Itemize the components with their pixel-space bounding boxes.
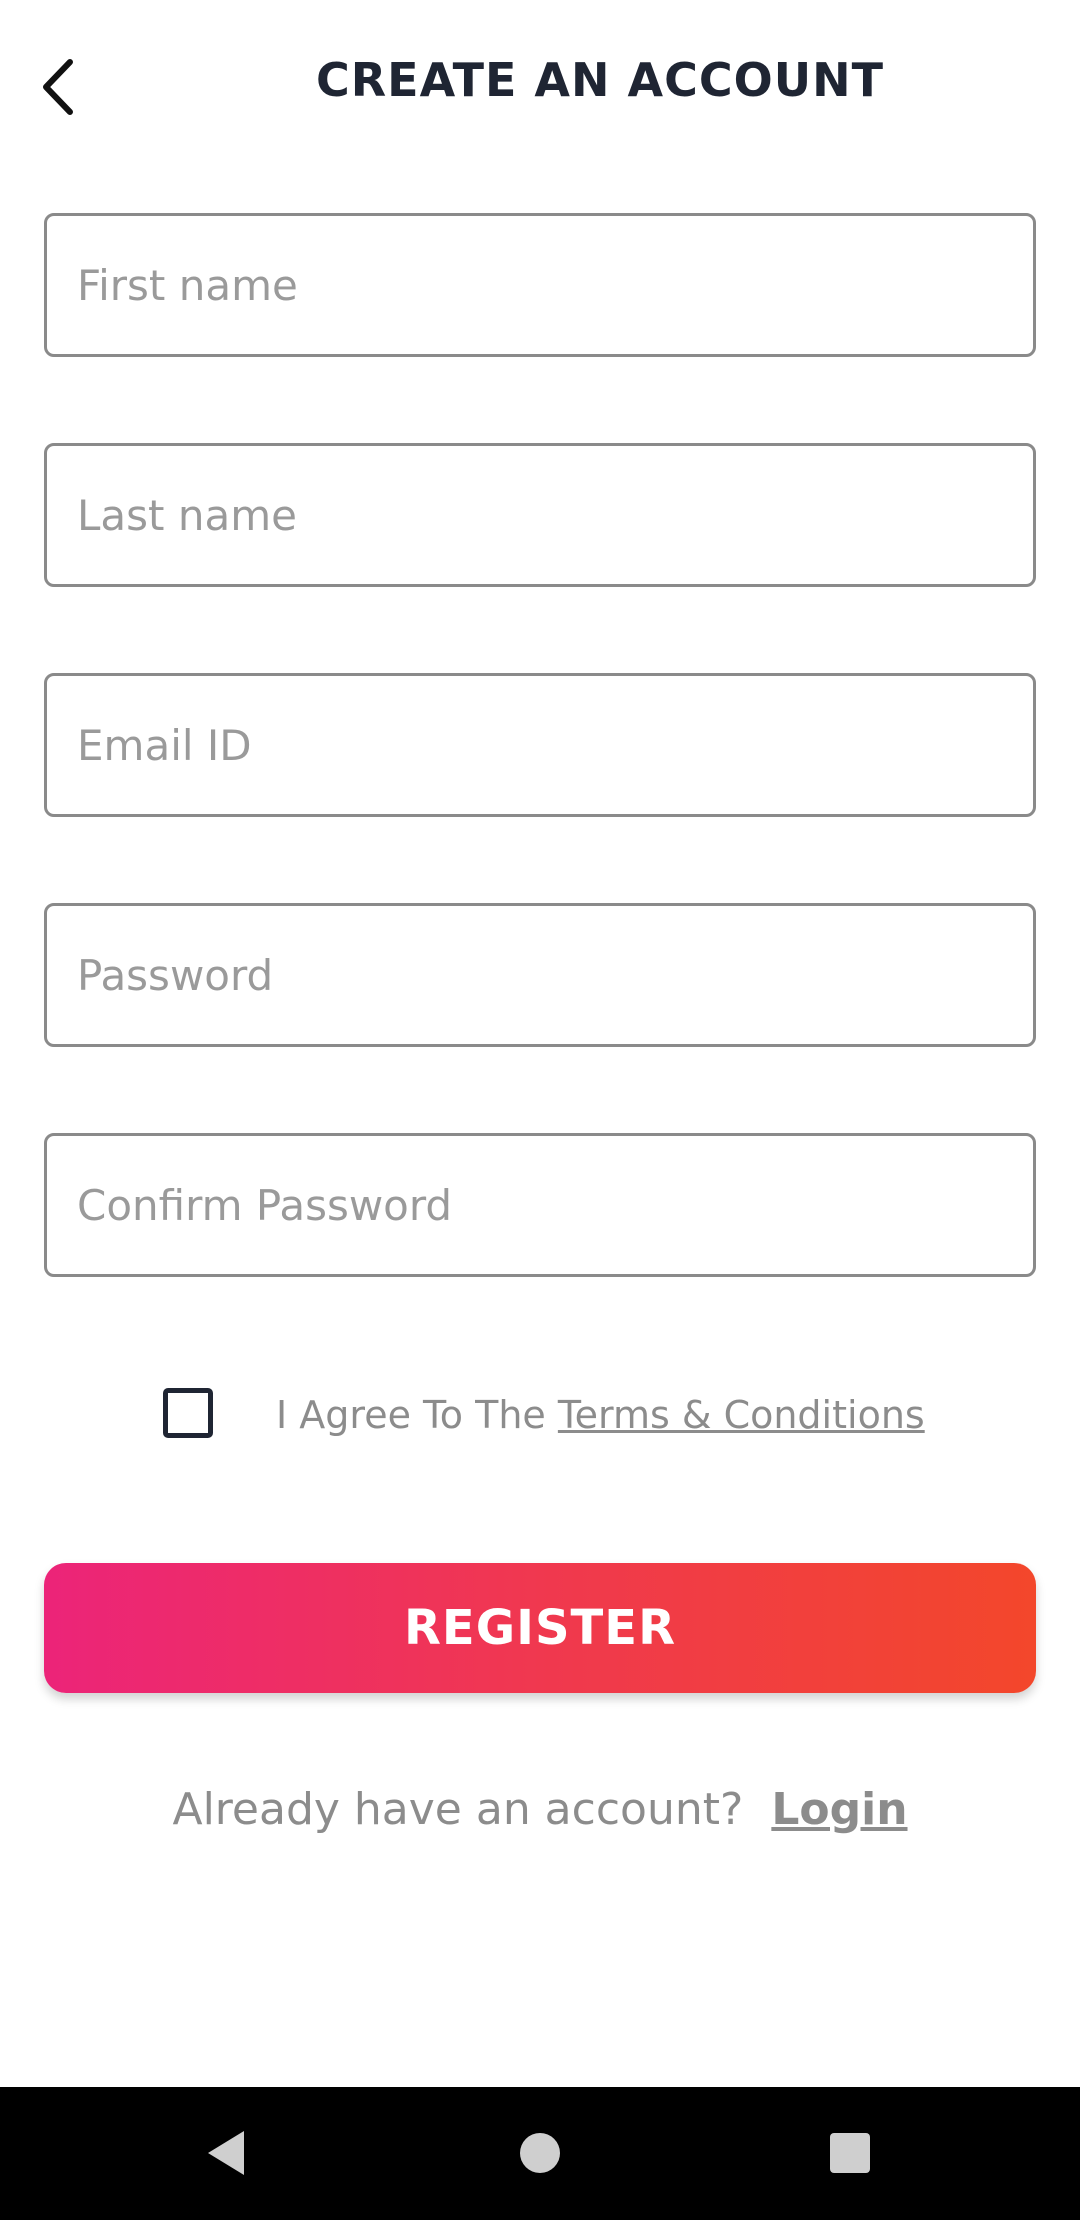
first-name-input[interactable] (47, 216, 1033, 354)
password-input[interactable] (47, 906, 1033, 1044)
password-field[interactable] (44, 903, 1036, 1047)
system-recents-button[interactable] (810, 2113, 890, 2193)
login-link[interactable]: Login (771, 1784, 907, 1835)
system-home-button[interactable] (500, 2113, 580, 2193)
system-back-button[interactable] (188, 2113, 268, 2193)
system-navigation-bar (0, 2087, 1080, 2220)
login-prompt-text: Already have an account? (172, 1784, 744, 1835)
terms-agreement-text: I Agree To The Terms & Conditions (276, 1385, 925, 1445)
confirm-password-field[interactable] (44, 1133, 1036, 1277)
circle-home-icon (520, 2133, 560, 2173)
back-button[interactable] (30, 40, 90, 120)
first-name-field[interactable] (44, 213, 1036, 357)
page-title: CREATE AN ACCOUNT (315, 53, 884, 107)
square-recents-icon (830, 2133, 870, 2173)
confirm-password-input[interactable] (47, 1136, 1033, 1274)
terms-conditions-link[interactable]: Terms & Conditions (558, 1393, 925, 1437)
chevron-left-icon (43, 59, 73, 115)
agree-prefix-text: I Agree To The (276, 1393, 558, 1437)
login-prompt: Already have an account? Login (0, 1780, 1080, 1840)
triangle-back-icon (208, 2131, 244, 2175)
app-header: CREATE AN ACCOUNT (0, 0, 1080, 160)
register-button[interactable]: REGISTER (44, 1563, 1036, 1693)
last-name-field[interactable] (44, 443, 1036, 587)
email-input[interactable] (47, 676, 1033, 814)
last-name-input[interactable] (47, 446, 1033, 584)
terms-agreement-row: I Agree To The Terms & Conditions (0, 1385, 1080, 1445)
terms-checkbox[interactable] (163, 1388, 213, 1438)
email-field[interactable] (44, 673, 1036, 817)
